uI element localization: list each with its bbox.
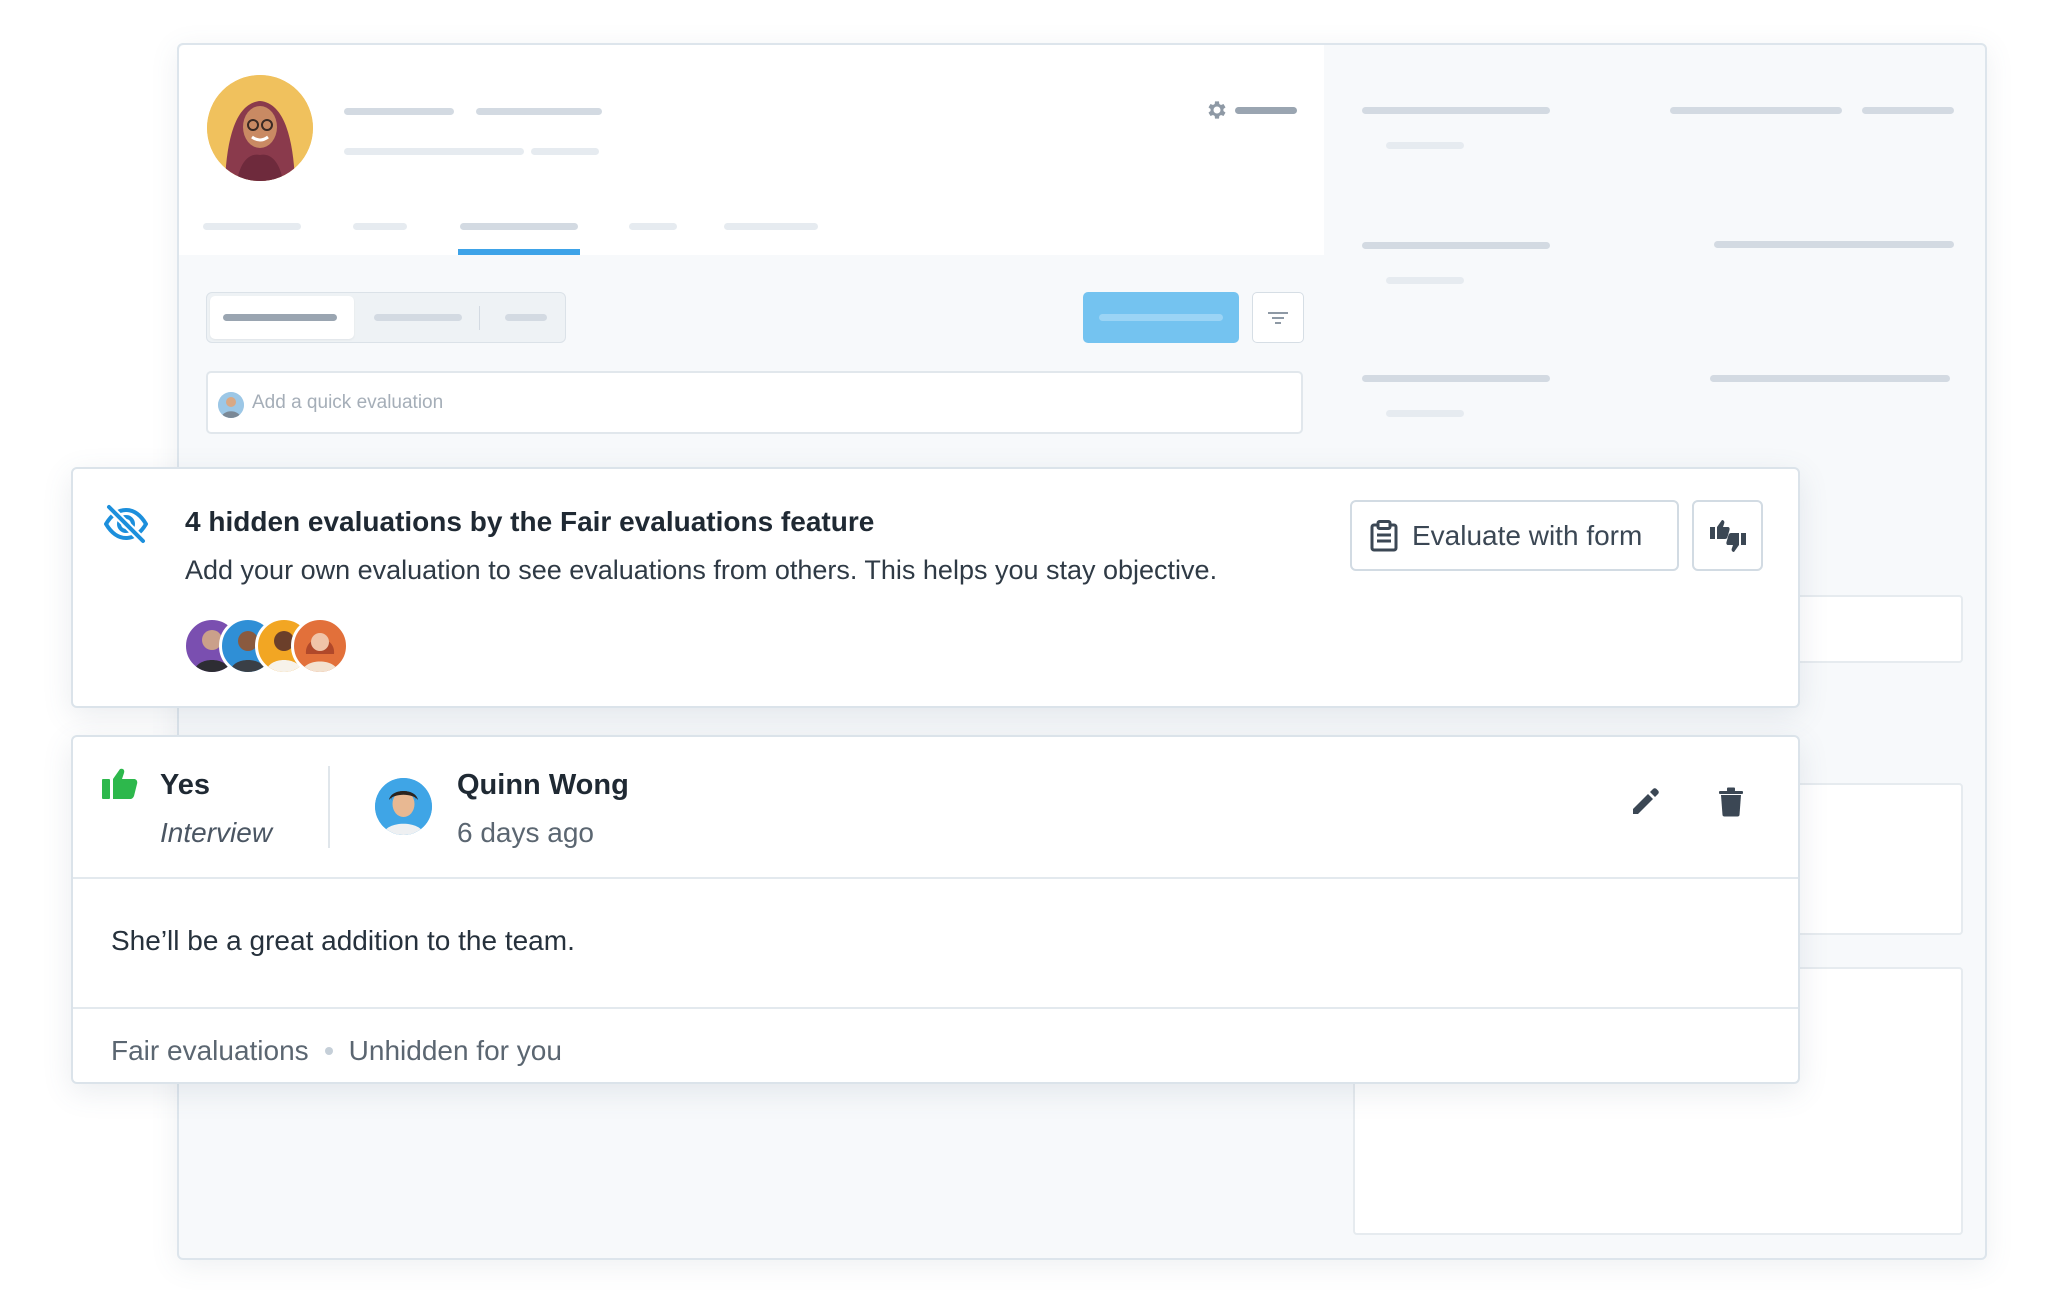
evaluation-footer-text: Fair evaluations Unhidden for you xyxy=(111,1035,562,1067)
sidebar-placeholder-bar xyxy=(1862,107,1954,114)
name-placeholder-bar xyxy=(344,108,454,115)
pencil-icon[interactable] xyxy=(1630,787,1660,817)
sidebar-card xyxy=(1779,783,1963,935)
evaluation-stage: Interview xyxy=(160,817,273,848)
view-toggle-label xyxy=(223,314,337,321)
sidebar-card xyxy=(1779,595,1963,663)
sidebar-placeholder-bar xyxy=(1362,375,1550,382)
sidebar-placeholder-bar xyxy=(1670,107,1842,114)
candidate-avatar xyxy=(207,75,313,181)
settings-placeholder-bar[interactable] xyxy=(1235,107,1297,114)
evaluation-timestamp: 6 days ago xyxy=(457,817,594,848)
gear-icon[interactable] xyxy=(1204,98,1228,122)
tab-placeholder[interactable] xyxy=(203,223,301,230)
evaluation-card: Yes Interview Quinn Wong 6 days ago She’… xyxy=(71,735,1800,1084)
divider xyxy=(479,306,480,330)
eye-off-icon xyxy=(104,504,148,544)
sidebar-placeholder-bar xyxy=(1710,375,1950,382)
evaluation-header: Yes Interview Quinn Wong 6 days ago xyxy=(73,737,1798,879)
evaluator-avatar xyxy=(291,617,349,675)
quick-thumbs-button[interactable] xyxy=(1692,500,1763,571)
fair-evaluations-label: Fair evaluations xyxy=(111,1035,309,1066)
hidden-evaluations-title: 4 hidden evaluations by the Fair evaluat… xyxy=(185,506,875,537)
sidebar-placeholder-bar xyxy=(1386,410,1464,417)
primary-action-button[interactable] xyxy=(1083,292,1239,343)
sidebar-placeholder-bar xyxy=(1386,142,1464,149)
meta-placeholder-bar xyxy=(531,148,599,155)
thumbs-up-down-icon xyxy=(1709,519,1746,552)
active-tab-underline xyxy=(458,249,580,255)
primary-action-label xyxy=(1099,314,1223,321)
sidebar-placeholder-bar xyxy=(1386,277,1464,284)
evaluate-with-form-label: Evaluate with form xyxy=(1412,519,1643,551)
sidebar-placeholder-bar xyxy=(1714,241,1954,248)
role-placeholder-bar xyxy=(476,108,602,115)
separator-dot xyxy=(324,1047,333,1055)
author-name: Quinn Wong xyxy=(457,769,629,801)
tab-placeholder[interactable] xyxy=(724,223,818,230)
tab-placeholder[interactable] xyxy=(629,223,677,230)
view-toggle[interactable] xyxy=(206,292,566,343)
evaluator-avatar-stack xyxy=(183,617,363,675)
divider xyxy=(328,766,330,848)
meta-placeholder-bar xyxy=(344,148,524,155)
quick-evaluation-placeholder: Add a quick evaluation xyxy=(252,392,444,413)
filter-icon xyxy=(1268,311,1288,324)
trash-icon[interactable] xyxy=(1718,787,1744,817)
view-toggle-label[interactable] xyxy=(374,314,462,321)
quick-evaluation-input[interactable]: Add a quick evaluation xyxy=(206,371,1303,434)
evaluate-with-form-button[interactable]: Evaluate with form xyxy=(1350,500,1679,571)
current-user-avatar xyxy=(218,392,244,418)
view-toggle-label[interactable] xyxy=(505,314,547,321)
unhidden-status: Unhidden for you xyxy=(348,1035,562,1066)
evaluation-footer: Fair evaluations Unhidden for you xyxy=(73,1007,1798,1084)
tab-placeholder[interactable] xyxy=(353,223,407,230)
hidden-evaluations-description: Add your own evaluation to see evaluatio… xyxy=(185,555,1218,585)
author-avatar xyxy=(375,778,432,835)
hidden-evaluations-notice: 4 hidden evaluations by the Fair evaluat… xyxy=(71,467,1800,708)
profile-header xyxy=(179,45,1324,255)
tab-placeholder-active[interactable] xyxy=(460,223,578,230)
filter-button[interactable] xyxy=(1252,292,1304,343)
evaluation-comment: She’ll be a great addition to the team. xyxy=(111,925,575,956)
sidebar-placeholder-bar xyxy=(1362,107,1550,114)
thumbs-up-icon xyxy=(102,768,138,799)
clipboard-icon xyxy=(1370,519,1398,551)
evaluation-verdict: Yes xyxy=(160,769,210,801)
sidebar-placeholder-bar xyxy=(1362,242,1550,249)
